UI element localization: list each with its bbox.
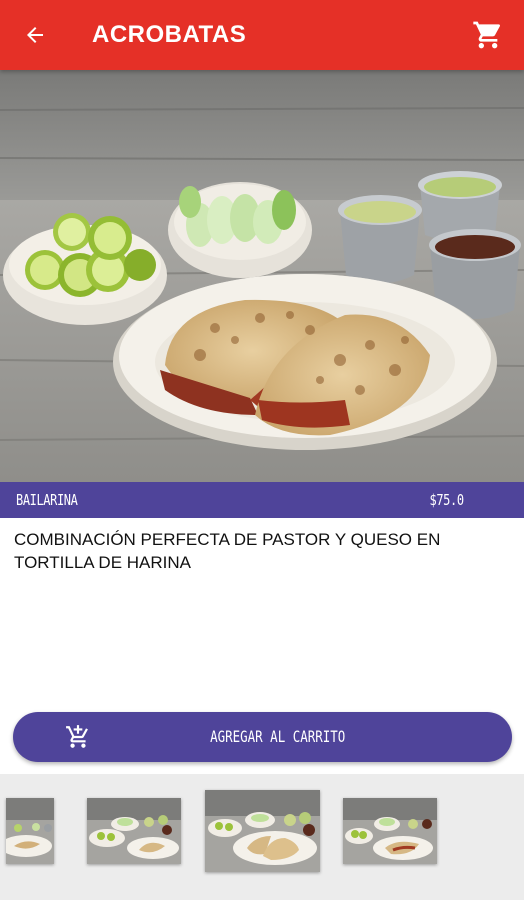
back-button[interactable]: [0, 0, 70, 70]
add-to-cart-button[interactable]: AGREGAR AL CARRITO: [13, 712, 512, 762]
arrow-left-icon: [27, 27, 43, 43]
cart-button[interactable]: [458, 0, 518, 70]
app-bar: ACROBATAS: [0, 0, 524, 70]
photo-thumbnail-selected[interactable]: [205, 790, 320, 872]
photo-thumbnail[interactable]: [343, 798, 437, 864]
product-name: BAILARINA: [16, 491, 78, 509]
product-price: $75.0: [429, 491, 465, 509]
photo-thumbnail[interactable]: [6, 798, 54, 864]
photo-thumbnail-strip[interactable]: [0, 774, 524, 900]
photo-thumbnail[interactable]: [87, 798, 181, 864]
page-title: ACROBATAS: [92, 21, 247, 48]
add-to-cart-label: AGREGAR AL CARRITO: [209, 727, 346, 746]
shopping-cart-icon: [473, 21, 501, 49]
product-info-bar: BAILARINA $75.0: [0, 482, 524, 518]
product-description: COMBINACIÓN PERFECTA DE PASTOR Y QUESO E…: [14, 530, 441, 572]
product-photo: [0, 70, 524, 482]
